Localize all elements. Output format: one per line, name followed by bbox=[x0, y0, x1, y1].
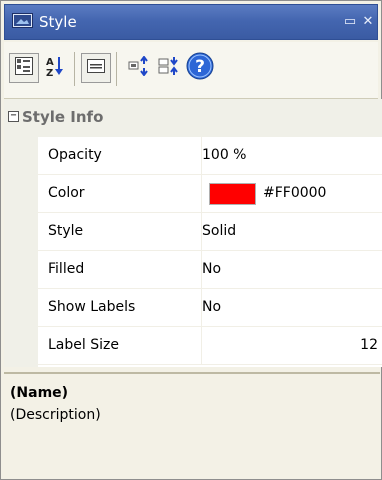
property-row-show-labels[interactable]: Show Labels No bbox=[38, 289, 382, 327]
alphabetical-sort-button[interactable]: A Z bbox=[40, 53, 70, 83]
toolbar-separator bbox=[116, 52, 117, 86]
toolbar: A Z ? bbox=[4, 42, 378, 99]
collapse-all-button[interactable] bbox=[154, 53, 184, 83]
alphabetical-sort-icon: A Z bbox=[45, 55, 65, 81]
description-text: (Description) bbox=[10, 407, 101, 423]
title-bar[interactable]: Style ▭ ✕ bbox=[4, 4, 378, 40]
property-name: Show Labels bbox=[48, 299, 136, 315]
property-name: Opacity bbox=[48, 147, 102, 163]
expand-all-button[interactable] bbox=[124, 53, 154, 83]
property-row-opacity[interactable]: Opacity 100 % bbox=[38, 137, 382, 175]
property-value[interactable]: #FF0000 bbox=[263, 185, 326, 201]
grid-gutter bbox=[4, 137, 38, 367]
property-row-filled[interactable]: Filled No bbox=[38, 251, 382, 289]
property-name: Filled bbox=[48, 261, 85, 277]
property-pages-icon bbox=[87, 59, 105, 77]
property-row-label-size[interactable]: Label Size 12 bbox=[38, 327, 382, 365]
property-value[interactable]: No bbox=[202, 299, 221, 315]
column-divider bbox=[201, 327, 202, 364]
category-row-style-info[interactable]: − Style Info bbox=[4, 99, 382, 137]
svg-text:Z: Z bbox=[46, 68, 53, 77]
collapse-all-icon bbox=[158, 56, 180, 80]
help-button[interactable]: ? bbox=[185, 52, 215, 84]
property-panel: Style ▭ ✕ A Z ? − Style Info Opacity 100… bbox=[0, 0, 382, 480]
property-row-color[interactable]: Color #FF0000 bbox=[38, 175, 382, 213]
toolbar-separator bbox=[74, 52, 75, 86]
categorized-view-icon bbox=[14, 56, 34, 80]
description-pane: (Name) (Description) bbox=[4, 377, 380, 477]
splitter[interactable] bbox=[4, 372, 380, 374]
svg-text:?: ? bbox=[195, 57, 205, 77]
property-value[interactable]: No bbox=[202, 261, 221, 277]
collapse-icon[interactable]: − bbox=[8, 111, 19, 122]
property-row-style[interactable]: Style Solid bbox=[38, 213, 382, 251]
color-swatch[interactable] bbox=[209, 183, 256, 205]
close-icon[interactable]: ✕ bbox=[361, 15, 375, 29]
category-label: Style Info bbox=[22, 108, 104, 126]
expand-all-icon bbox=[128, 55, 150, 80]
property-value[interactable]: 100 % bbox=[202, 147, 246, 163]
window-icon bbox=[12, 12, 33, 30]
property-value[interactable]: 12 bbox=[360, 337, 378, 353]
property-name: Label Size bbox=[48, 337, 119, 353]
restore-icon[interactable]: ▭ bbox=[343, 15, 357, 29]
help-icon: ? bbox=[186, 52, 214, 84]
property-pages-button[interactable] bbox=[81, 53, 111, 83]
svg-text:A: A bbox=[46, 57, 54, 68]
property-name: Color bbox=[48, 185, 85, 201]
property-name: Style bbox=[48, 223, 84, 239]
property-value[interactable]: Solid bbox=[202, 223, 236, 239]
description-title: (Name) bbox=[10, 385, 69, 401]
categorized-view-button[interactable] bbox=[9, 53, 39, 83]
column-divider bbox=[201, 175, 202, 212]
window-title: Style bbox=[39, 13, 77, 31]
property-grid: − Style Info Opacity 100 % Color #FF0000… bbox=[4, 99, 382, 367]
